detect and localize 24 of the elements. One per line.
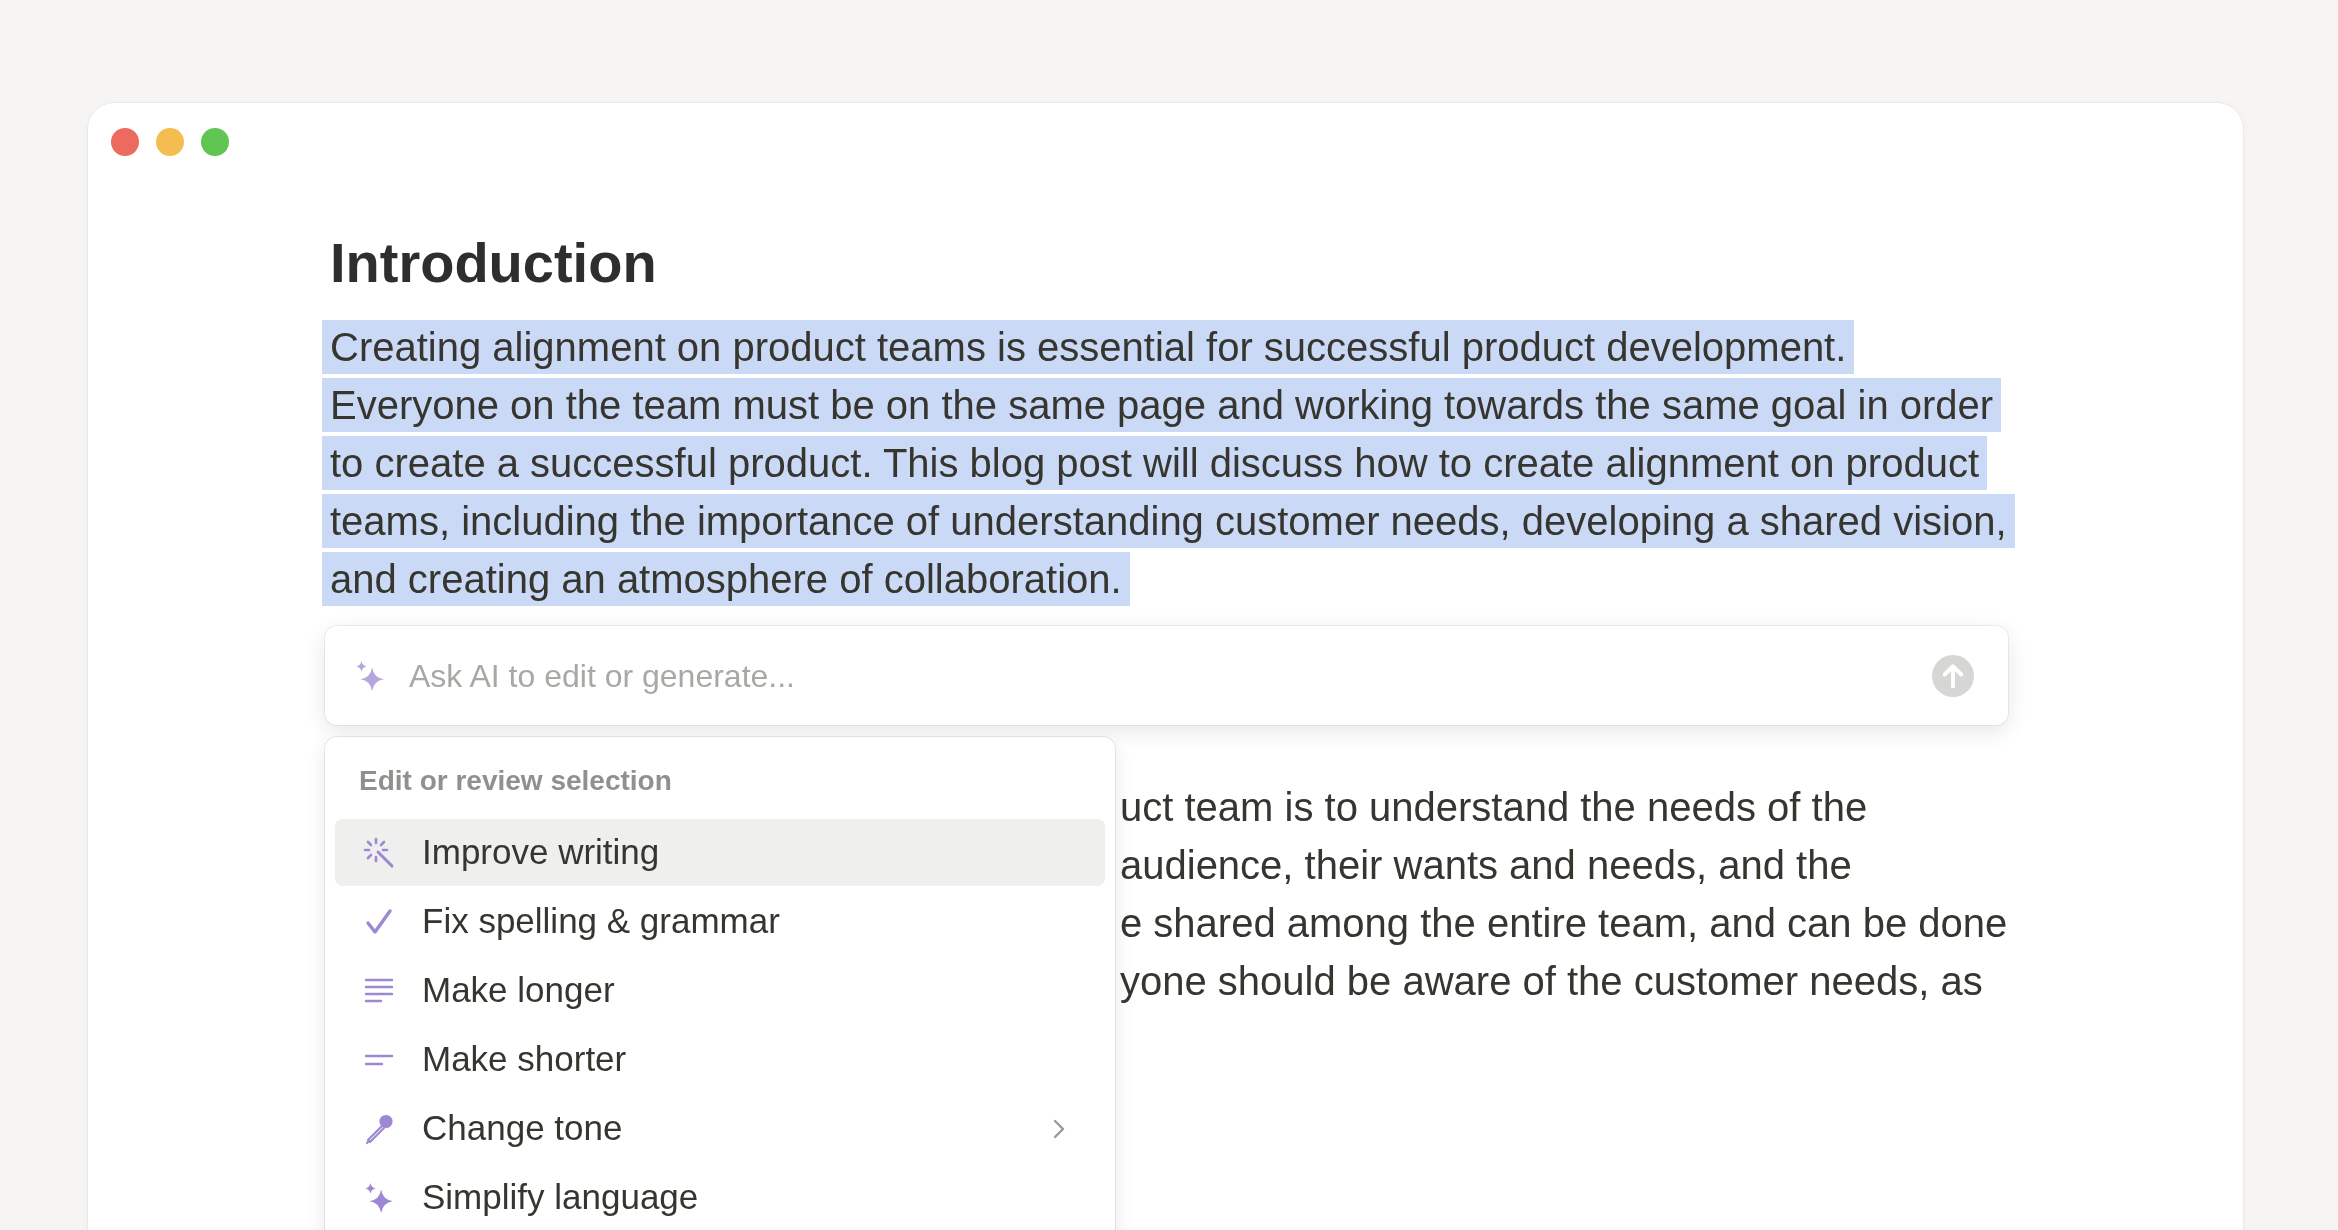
window-zoom-button[interactable] — [201, 128, 229, 156]
send-button[interactable] — [1932, 654, 1974, 697]
microphone-icon — [363, 1112, 395, 1145]
body-text-line: uct team is to understand the needs of the — [1120, 784, 1868, 832]
sparkle-icon — [355, 659, 385, 692]
short-lines-icon — [363, 1052, 395, 1067]
window-close-button[interactable] — [111, 128, 139, 156]
menu-item[interactable]: Change tone — [335, 1095, 1105, 1163]
body-text-line: audience, their wants and needs, and the — [1120, 842, 1852, 890]
menu-item[interactable]: Improve writing — [335, 819, 1105, 887]
menu-item[interactable]: Simplify language — [335, 1164, 1105, 1230]
chevron-right-icon — [1053, 1117, 1065, 1140]
arrow-up-icon — [1942, 663, 1964, 688]
window-minimize-button[interactable] — [156, 128, 184, 156]
menu-item[interactable]: Make longer — [335, 957, 1105, 1025]
menu-section-title: Edit or review selection — [359, 764, 672, 799]
page-heading: Introduction — [330, 230, 657, 296]
magic-wand-icon — [363, 836, 395, 869]
sparkle-icon — [363, 1181, 395, 1214]
ai-prompt-field[interactable]: Ask AI to edit or generate... — [409, 652, 1908, 699]
body-text-line: e shared among the entire team, and can be done — [1120, 900, 2008, 948]
menu-item[interactable]: Fix spelling & grammar — [335, 888, 1105, 956]
menu-item[interactable]: Make shorter — [335, 1026, 1105, 1094]
body-text-line: yone should be aware of the customer needs, as — [1120, 958, 1983, 1006]
